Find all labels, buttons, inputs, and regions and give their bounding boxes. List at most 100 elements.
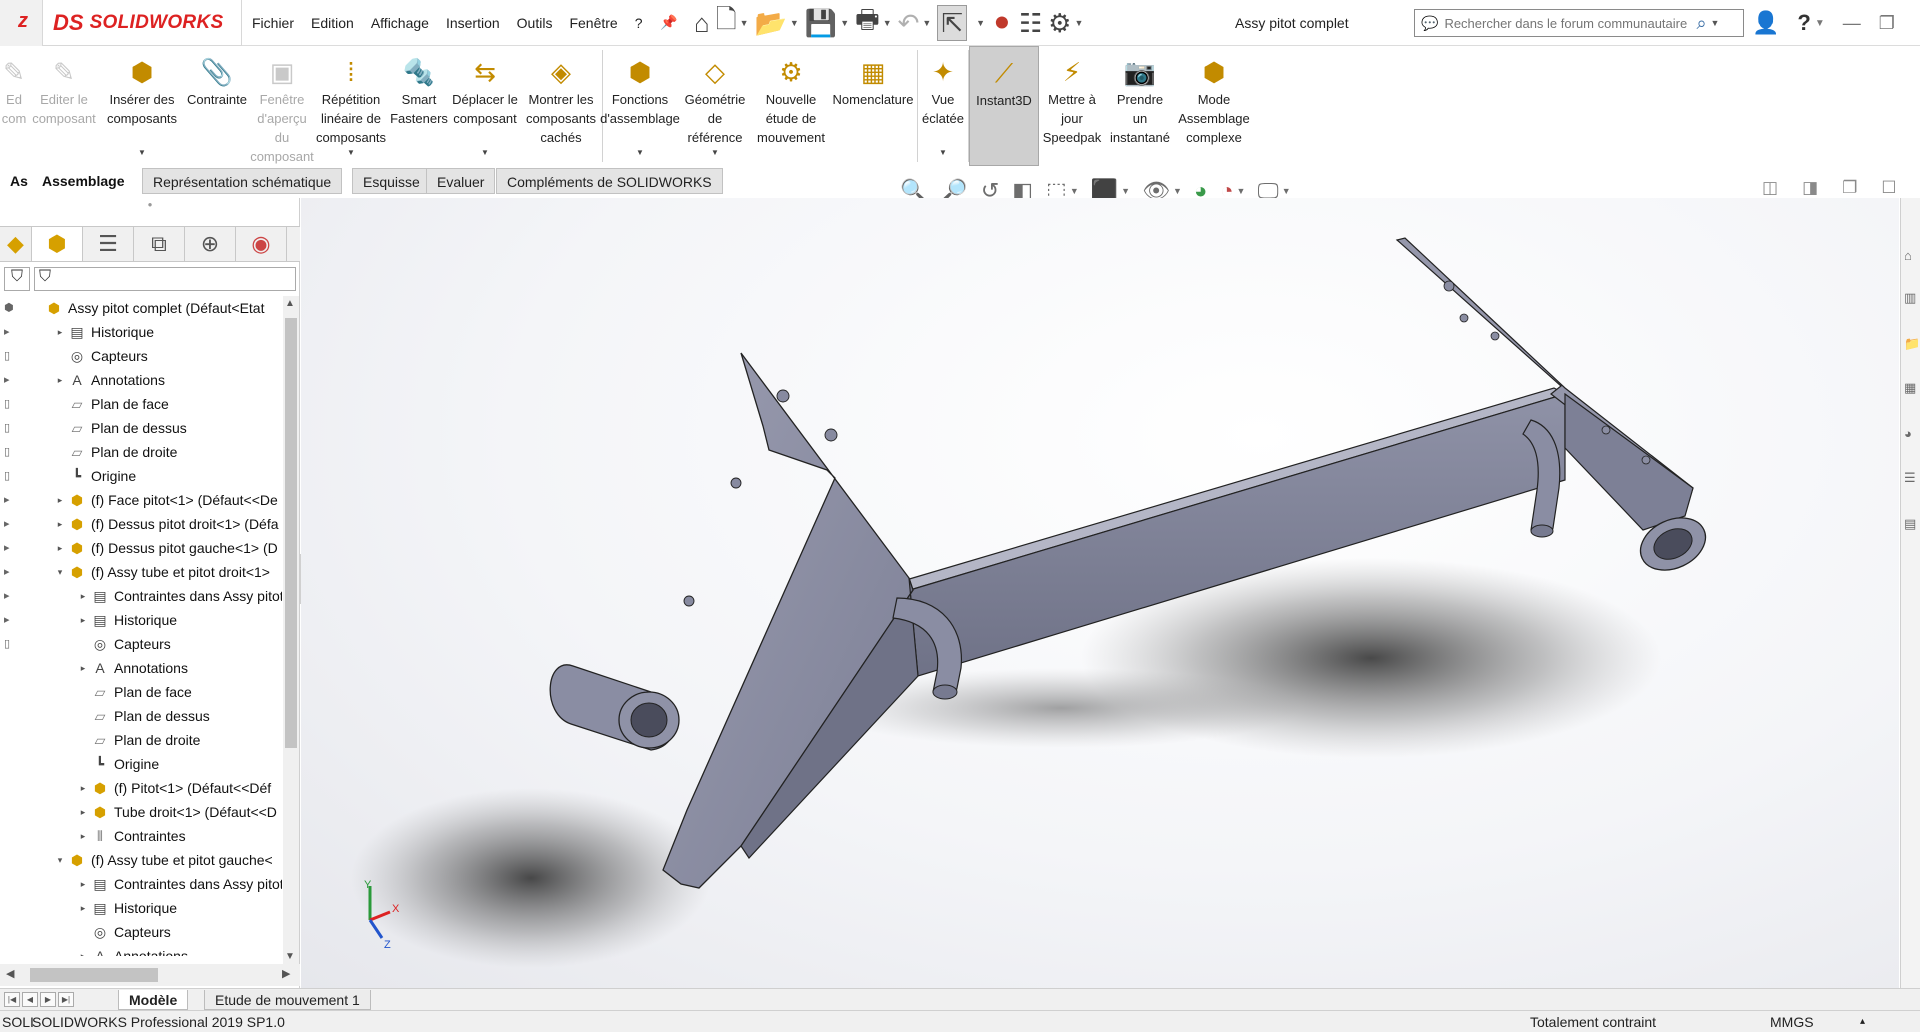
file-properties-button[interactable]: ☷ — [1019, 5, 1042, 41]
save-dropdown-icon[interactable]: ▼ — [840, 18, 849, 28]
new-motion-study-button[interactable]: ⚙ Nouvelle étude de mouvement — [753, 46, 829, 166]
collapsed-tree-row-icon[interactable]: ▯ — [4, 445, 10, 458]
menu-item-6[interactable]: ? — [635, 15, 643, 31]
prev-tab-icon[interactable]: ◀ — [22, 992, 38, 1007]
scroll-left-icon[interactable]: ◀ — [6, 967, 14, 980]
open-button[interactable]: 📂 ▼ — [755, 5, 799, 41]
expand-arrow-icon[interactable]: ▸ — [76, 831, 90, 842]
appearances-icon[interactable]: ◕ — [1904, 426, 1912, 441]
collapsed-tree-row-icon[interactable]: ▯ — [4, 421, 10, 434]
select-button[interactable]: ⇱ — [937, 5, 968, 41]
tree-item[interactable]: ▱ Plan de droite — [53, 440, 178, 464]
tree-item[interactable]: ◎ Capteurs — [76, 920, 171, 944]
expand-arrow-icon[interactable]: ▸ — [53, 543, 67, 554]
property-manager-tab[interactable]: ☰ — [83, 227, 134, 261]
collapsed-tree-row-icon[interactable]: ▯ — [4, 397, 10, 410]
graphics-area[interactable] — [301, 198, 1899, 988]
undo-button[interactable]: ↶ ▼ — [898, 5, 932, 41]
collapse-arrow-icon[interactable]: ▾ — [53, 855, 67, 866]
expand-arrow-icon[interactable]: ▸ — [76, 879, 90, 890]
expand-arrow-icon[interactable]: ▸ — [53, 495, 67, 506]
tree-item[interactable]: ▸ A Annotations — [76, 656, 188, 680]
scroll-down-icon[interactable]: ▼ — [285, 951, 295, 962]
expand-arrow-icon[interactable]: ▸ — [53, 375, 67, 386]
collapsed-tree-row-icon[interactable]: ▸ — [4, 589, 10, 602]
minimize-icon[interactable]: — — [1843, 13, 1861, 34]
tree-item[interactable]: ┗ Origine — [76, 752, 159, 776]
tree-item[interactable]: ▱ Plan de face — [53, 392, 169, 416]
user-account-icon[interactable]: 👤 — [1752, 10, 1779, 36]
tree-item[interactable]: ▸ A Annotations — [53, 368, 165, 392]
hscroll-thumb[interactable] — [30, 968, 158, 982]
restore-icon[interactable]: ❐ — [1879, 13, 1895, 34]
tree-filter-input[interactable]: ⛉ — [34, 267, 296, 291]
solidworks-logo[interactable]: DS SOLIDWORKS — [42, 0, 242, 46]
menu-item-1[interactable]: Edition — [311, 15, 354, 31]
move-component-dropdown-icon[interactable]: ▼ — [481, 143, 489, 162]
collapsed-tree-row-icon[interactable]: ▯ — [4, 637, 10, 650]
large-assembly-button[interactable]: ⬢ Mode Assemblage complexe — [1175, 46, 1253, 166]
viewport-maximize-icon[interactable]: ☐ — [1881, 178, 1896, 198]
tree-item[interactable]: ▱ Plan de droite — [76, 728, 201, 752]
menu-item-3[interactable]: Insertion — [446, 15, 500, 31]
expand-arrow-icon[interactable]: ▸ — [76, 903, 90, 914]
search-icon[interactable]: ⌕ — [1696, 13, 1706, 34]
move-component-button[interactable]: ⇆ Déplacer le composant ▼ — [450, 46, 520, 166]
tree-item[interactable]: ▸ ▤ Historique — [53, 320, 154, 344]
dimxpert-tab[interactable]: ⊕ — [185, 227, 236, 261]
linear-pattern-button[interactable]: ⁞ Répétition linéaire de composants ▼ — [314, 46, 388, 166]
collapsed-tree-row-icon[interactable]: ▸ — [4, 541, 10, 554]
exploded-view-button[interactable]: ✦ Vue éclatée ▼ — [918, 46, 968, 166]
component-preview-button[interactable]: ▣ Fenêtre d'aperçu du composant — [250, 46, 314, 166]
collapsed-tree-row-icon[interactable]: ▸ — [4, 565, 10, 578]
tab-schematic-representation[interactable]: Représentation schématique — [142, 168, 343, 194]
viewport-right-icon[interactable]: ◨ — [1802, 178, 1818, 198]
new-dropdown-icon[interactable]: ▼ — [740, 18, 749, 28]
snapshot-button[interactable]: 📷 Prendre un instantané — [1105, 46, 1175, 166]
expand-arrow-icon[interactable]: ▸ — [76, 591, 90, 602]
collapsed-tree-row-icon[interactable]: ▸ — [4, 517, 10, 530]
tab-evaluate[interactable]: Evaluer — [426, 168, 496, 194]
design-library-icon[interactable]: ▥ — [1904, 290, 1916, 306]
tree-horizontal-scrollbar[interactable]: ◀ ▶ — [0, 964, 300, 986]
pin-menu-icon[interactable]: 📌 — [660, 14, 677, 31]
tree-item[interactable]: ▸ ⬢ Tube droit<1> (Défaut<<D — [76, 800, 277, 824]
scroll-thumb[interactable] — [285, 318, 297, 748]
tree-item[interactable]: ▸ ▤ Historique — [76, 608, 177, 632]
collapsed-tree-row-icon[interactable]: ▸ — [4, 325, 10, 338]
assembly-features-dropdown-icon[interactable]: ▼ — [636, 143, 644, 162]
menu-item-4[interactable]: Outils — [517, 15, 553, 31]
options-dropdown-icon[interactable]: ▼ — [1074, 18, 1083, 28]
unit-system[interactable]: MMGS — [1770, 1014, 1814, 1030]
mate-button[interactable]: 📎 Contrainte — [184, 46, 250, 166]
save-button[interactable]: 💾 ▼ — [805, 5, 849, 41]
tree-item[interactable]: ▸ ▤ Historique — [76, 896, 177, 920]
edit-component-button[interactable]: ✎ Editer le composant — [28, 46, 100, 166]
menu-item-2[interactable]: Affichage — [371, 15, 429, 31]
expand-arrow-icon[interactable]: ▸ — [76, 663, 90, 674]
tree-item[interactable]: ▸ ▤ Contraintes dans Assy pitot — [76, 584, 282, 608]
collapsed-tree-row-icon[interactable]: ▯ — [4, 469, 10, 482]
collapsed-tree-row-icon[interactable]: ▸ — [4, 373, 10, 386]
model-tab[interactable]: Modèle — [118, 990, 189, 1010]
tab-assembly-truncated[interactable]: As — [0, 168, 34, 194]
view-palette-icon[interactable]: ▦ — [1904, 380, 1916, 396]
solidworks-resources-icon[interactable]: ⌂ — [1904, 248, 1912, 263]
filter-icon[interactable]: ⛉ — [4, 267, 30, 291]
tree-item[interactable]: ⬢ Assy pitot complet (Défaut<Etat — [30, 296, 265, 320]
collapsed-tree-row-icon[interactable]: ▯ — [4, 349, 10, 362]
edit-component-short-button[interactable]: ✎ Ed com — [0, 46, 28, 166]
logo-tab[interactable]: z — [0, 0, 42, 46]
undo-dropdown-icon[interactable]: ▼ — [922, 18, 931, 28]
tree-item[interactable]: ▾ ⬢ (f) Assy tube et pitot droit<1> — [53, 560, 270, 584]
viewport-restore-icon[interactable]: ❐ — [1842, 178, 1857, 198]
unit-system-menu-icon[interactable]: ▴ — [1860, 1016, 1865, 1027]
search-box[interactable]: 💬 ⌕ ▼ — [1414, 9, 1744, 37]
view-orientation-dropdown-icon[interactable]: ▼ — [1070, 186, 1079, 196]
expand-arrow-icon[interactable]: ▸ — [76, 951, 90, 957]
reference-geometry-dropdown-icon[interactable]: ▼ — [711, 143, 719, 162]
show-hidden-button[interactable]: ◈ Montrer les composants cachés — [520, 46, 602, 166]
print-dropdown-icon[interactable]: ▼ — [883, 18, 892, 28]
search-input[interactable] — [1444, 15, 1695, 31]
tree-item[interactable]: ▸ ▤ Contraintes dans Assy pitot — [76, 872, 282, 896]
